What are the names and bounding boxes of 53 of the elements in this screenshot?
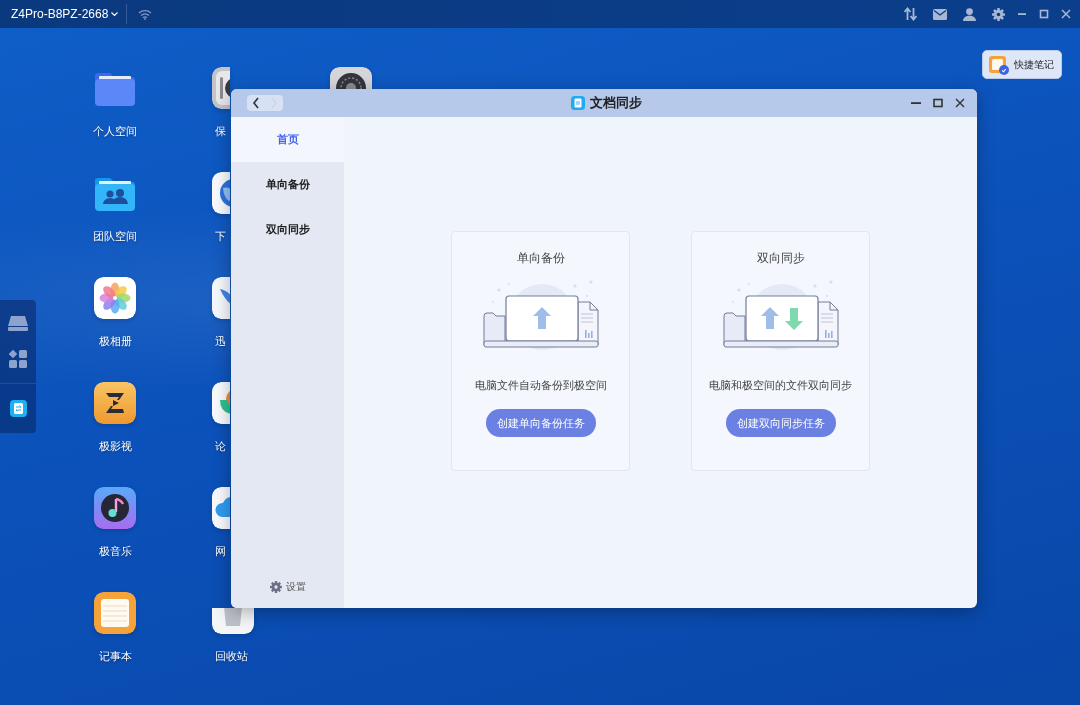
close-icon[interactable] <box>1061 9 1071 19</box>
create-task-button[interactable]: 创建单向备份任务 <box>485 409 596 437</box>
card-description: 电脑文件自动备份到极空间 <box>474 378 607 393</box>
dial-icon[interactable] <box>330 67 372 89</box>
mail-icon[interactable] <box>933 8 947 20</box>
settings-icon[interactable] <box>992 7 1005 21</box>
bird-icon[interactable] <box>212 277 230 319</box>
app-label[interactable]: 网 <box>215 543 226 559</box>
apps-grid-icon[interactable] <box>9 350 27 368</box>
card-description: 电脑和极空间的文件双向同步 <box>709 378 852 393</box>
sidebar-item[interactable]: 单向备份 <box>231 162 344 207</box>
trash-icon[interactable] <box>212 608 254 634</box>
notepad-icon[interactable] <box>94 592 136 634</box>
app-label[interactable]: 下 <box>215 228 226 244</box>
cloud-icon[interactable] <box>212 487 230 529</box>
maximize-icon[interactable] <box>1039 9 1049 19</box>
app-label[interactable]: 保 <box>215 123 226 139</box>
window-title: 文档同步 <box>589 94 642 112</box>
close-icon[interactable] <box>955 98 965 108</box>
music-note-icon[interactable] <box>94 487 136 529</box>
flower-icon[interactable] <box>94 277 136 319</box>
globe-icon[interactable] <box>212 172 230 214</box>
app-label[interactable]: 极影视 <box>98 438 132 454</box>
wifi-icon <box>138 8 153 20</box>
settings-button[interactable]: 设置 <box>269 580 306 594</box>
app-label[interactable]: 回收站 <box>215 648 248 664</box>
chat-bubble-icon[interactable] <box>212 382 230 424</box>
transfer-icon[interactable] <box>904 7 917 21</box>
device-menu[interactable]: Z4Pro-B8PZ-2668 <box>11 7 119 21</box>
app-label[interactable]: 记事本 <box>98 648 132 664</box>
note-icon <box>989 54 1009 75</box>
quick-note-button[interactable]: 快捷笔记 <box>982 50 1062 79</box>
settings-icon <box>269 581 282 593</box>
drive-icon[interactable] <box>8 315 28 331</box>
play-icon[interactable] <box>94 382 136 424</box>
chevron-left-icon[interactable] <box>252 97 260 109</box>
card-title: 双向同步 <box>756 250 805 266</box>
app-label[interactable]: 个人空间 <box>93 123 137 139</box>
document-icon <box>570 96 585 110</box>
user-icon[interactable] <box>963 7 976 21</box>
lock-dial-icon[interactable] <box>212 67 230 109</box>
sidebar-item[interactable]: 双向同步 <box>231 207 344 252</box>
sidebar-item[interactable]: 首页 <box>231 117 344 162</box>
document-sync-icon[interactable] <box>9 400 27 417</box>
app-label[interactable]: 团队空间 <box>93 228 137 244</box>
app-label[interactable]: 迅 <box>215 333 226 349</box>
chevron-down-icon <box>111 11 119 17</box>
create-task-button[interactable]: 创建双向同步任务 <box>725 409 836 437</box>
app-label[interactable]: 论 <box>215 438 226 454</box>
card-title: 单向备份 <box>516 250 565 266</box>
app-label[interactable]: 极相册 <box>98 333 132 349</box>
app-label[interactable]: 极音乐 <box>98 543 132 559</box>
maximize-icon[interactable] <box>933 98 943 108</box>
